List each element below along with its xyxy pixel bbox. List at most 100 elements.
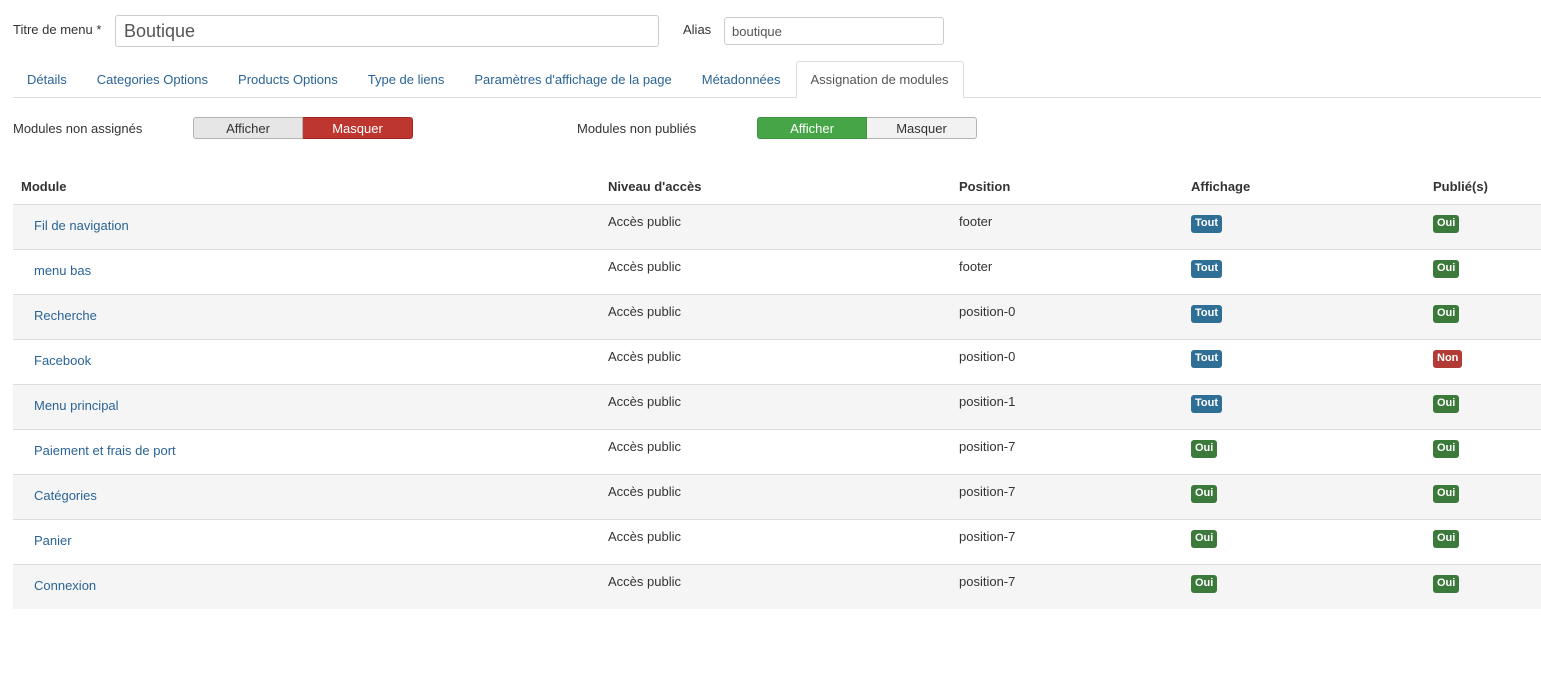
published-badge-cell: Oui (1433, 214, 1460, 233)
published-badge-cell: Oui (1433, 574, 1460, 593)
display-badge: Oui (1191, 575, 1218, 593)
module-position: footer (959, 259, 993, 274)
display-badge-cell: Oui (1191, 439, 1218, 458)
alias-input[interactable] (724, 17, 944, 45)
menu-title-label: Titre de menu * (13, 22, 102, 37)
module-position: position-7 (959, 484, 1016, 499)
published-badge[interactable]: Oui (1433, 575, 1460, 593)
tab-module-assignment[interactable]: Assignation de modules (795, 61, 964, 98)
header-position[interactable]: Position (959, 179, 1010, 194)
table-row: Menu principal Accès public position-1 Tout… (13, 385, 1541, 430)
table-body: Fil de navigation Accès public footer Tout O… (13, 205, 1541, 609)
access-level: Accès public (608, 394, 681, 409)
unpublished-show-button[interactable]: Afficher (757, 117, 867, 139)
table-row: Recherche Accès public position-0 Tout Oui (13, 295, 1541, 340)
published-badge-cell: Oui (1433, 439, 1460, 458)
module-position: position-0 (959, 349, 1016, 364)
module-name-link[interactable]: Connexion (34, 578, 96, 593)
header-display[interactable]: Affichage (1191, 179, 1250, 194)
module-position: position-0 (959, 304, 1016, 319)
published-badge-cell: Non (1433, 349, 1463, 368)
display-badge: Oui (1191, 440, 1218, 458)
display-badge-cell: Oui (1191, 484, 1218, 503)
access-level: Accès public (608, 214, 681, 229)
table-row: Panier Accès public position-7 Oui Oui (13, 520, 1541, 565)
access-level: Accès public (608, 349, 681, 364)
published-badge[interactable]: Oui (1433, 440, 1460, 458)
access-level: Accès public (608, 574, 681, 589)
module-name-link[interactable]: Menu principal (34, 398, 119, 413)
published-badge[interactable]: Oui (1433, 260, 1460, 278)
module-position: position-7 (959, 574, 1016, 589)
module-position: position-1 (959, 394, 1016, 409)
display-badge: Tout (1191, 215, 1223, 233)
display-badge-cell: Tout (1191, 214, 1223, 233)
tab-bar: Détails Categories Options Products Opti… (13, 61, 1541, 98)
access-level: Accès public (608, 529, 681, 544)
unpublished-hide-button[interactable]: Masquer (867, 117, 977, 139)
table-row: Fil de navigation Accès public footer Tout O… (13, 205, 1541, 250)
display-badge: Tout (1191, 305, 1223, 323)
module-name-link[interactable]: Catégories (34, 488, 97, 503)
published-badge[interactable]: Oui (1433, 530, 1460, 548)
display-badge: Oui (1191, 530, 1218, 548)
display-badge: Tout (1191, 350, 1223, 368)
display-badge: Tout (1191, 395, 1223, 413)
display-badge-cell: Tout (1191, 349, 1223, 368)
table-row: Paiement et frais de port Accès public pos… (13, 430, 1541, 475)
module-name-link[interactable]: Facebook (34, 353, 91, 368)
display-badge-cell: Tout (1191, 259, 1223, 278)
published-badge-cell: Oui (1433, 304, 1460, 323)
header-module[interactable]: Module (21, 179, 67, 194)
display-badge: Tout (1191, 260, 1223, 278)
table-row: Facebook Accès public position-0 Tout Non (13, 340, 1541, 385)
display-badge-cell: Tout (1191, 394, 1223, 413)
unpublished-modules-toggle: Afficher Masquer (757, 117, 977, 139)
alias-label: Alias (683, 22, 712, 37)
tab-products-options[interactable]: Products Options (223, 61, 353, 97)
unassigned-modules-toggle: Afficher Masquer (193, 117, 413, 139)
tab-metadata[interactable]: Métadonnées (687, 61, 796, 97)
module-position: footer (959, 214, 993, 229)
display-badge-cell: Oui (1191, 574, 1218, 593)
table-header: Module Niveau d'accès Position Affichage… (13, 170, 1541, 205)
access-level: Accès public (608, 304, 681, 319)
unassigned-modules-label: Modules non assignés (13, 121, 143, 136)
published-badge[interactable]: Non (1433, 350, 1463, 368)
published-badge-cell: Oui (1433, 484, 1460, 503)
access-level: Accès public (608, 439, 681, 454)
modules-table: Module Niveau d'accès Position Affichage… (13, 170, 1541, 609)
access-level: Accès public (608, 484, 681, 499)
tab-categories-options[interactable]: Categories Options (82, 61, 223, 97)
published-badge[interactable]: Oui (1433, 395, 1460, 413)
tab-details[interactable]: Détails (13, 61, 82, 97)
header-access[interactable]: Niveau d'accès (608, 179, 701, 194)
table-row: Connexion Accès public position-7 Oui Oui (13, 565, 1541, 609)
module-name-link[interactable]: Paiement et frais de port (34, 443, 176, 458)
module-name-link[interactable]: Fil de navigation (34, 218, 129, 233)
table-row: Catégories Accès public position-7 Oui Oui (13, 475, 1541, 520)
published-badge[interactable]: Oui (1433, 485, 1460, 503)
unassigned-show-button[interactable]: Afficher (193, 117, 303, 139)
published-badge-cell: Oui (1433, 259, 1460, 278)
tab-page-display[interactable]: Paramètres d'affichage de la page (459, 61, 686, 97)
header-published[interactable]: Publié(s) (1433, 179, 1488, 194)
display-badge-cell: Oui (1191, 529, 1218, 548)
display-badge-cell: Tout (1191, 304, 1223, 323)
module-name-link[interactable]: menu bas (34, 263, 91, 278)
unassigned-hide-button[interactable]: Masquer (303, 117, 413, 139)
display-badge: Oui (1191, 485, 1218, 503)
published-badge-cell: Oui (1433, 529, 1460, 548)
module-name-link[interactable]: Recherche (34, 308, 97, 323)
module-position: position-7 (959, 529, 1016, 544)
module-position: position-7 (959, 439, 1016, 454)
published-badge[interactable]: Oui (1433, 305, 1460, 323)
table-row: menu bas Accès public footer Tout Oui (13, 250, 1541, 295)
published-badge-cell: Oui (1433, 394, 1460, 413)
access-level: Accès public (608, 259, 681, 274)
tab-link-type[interactable]: Type de liens (353, 61, 460, 97)
module-name-link[interactable]: Panier (34, 533, 72, 548)
published-badge[interactable]: Oui (1433, 215, 1460, 233)
menu-title-input[interactable] (115, 15, 659, 47)
unpublished-modules-label: Modules non publiés (577, 121, 697, 136)
